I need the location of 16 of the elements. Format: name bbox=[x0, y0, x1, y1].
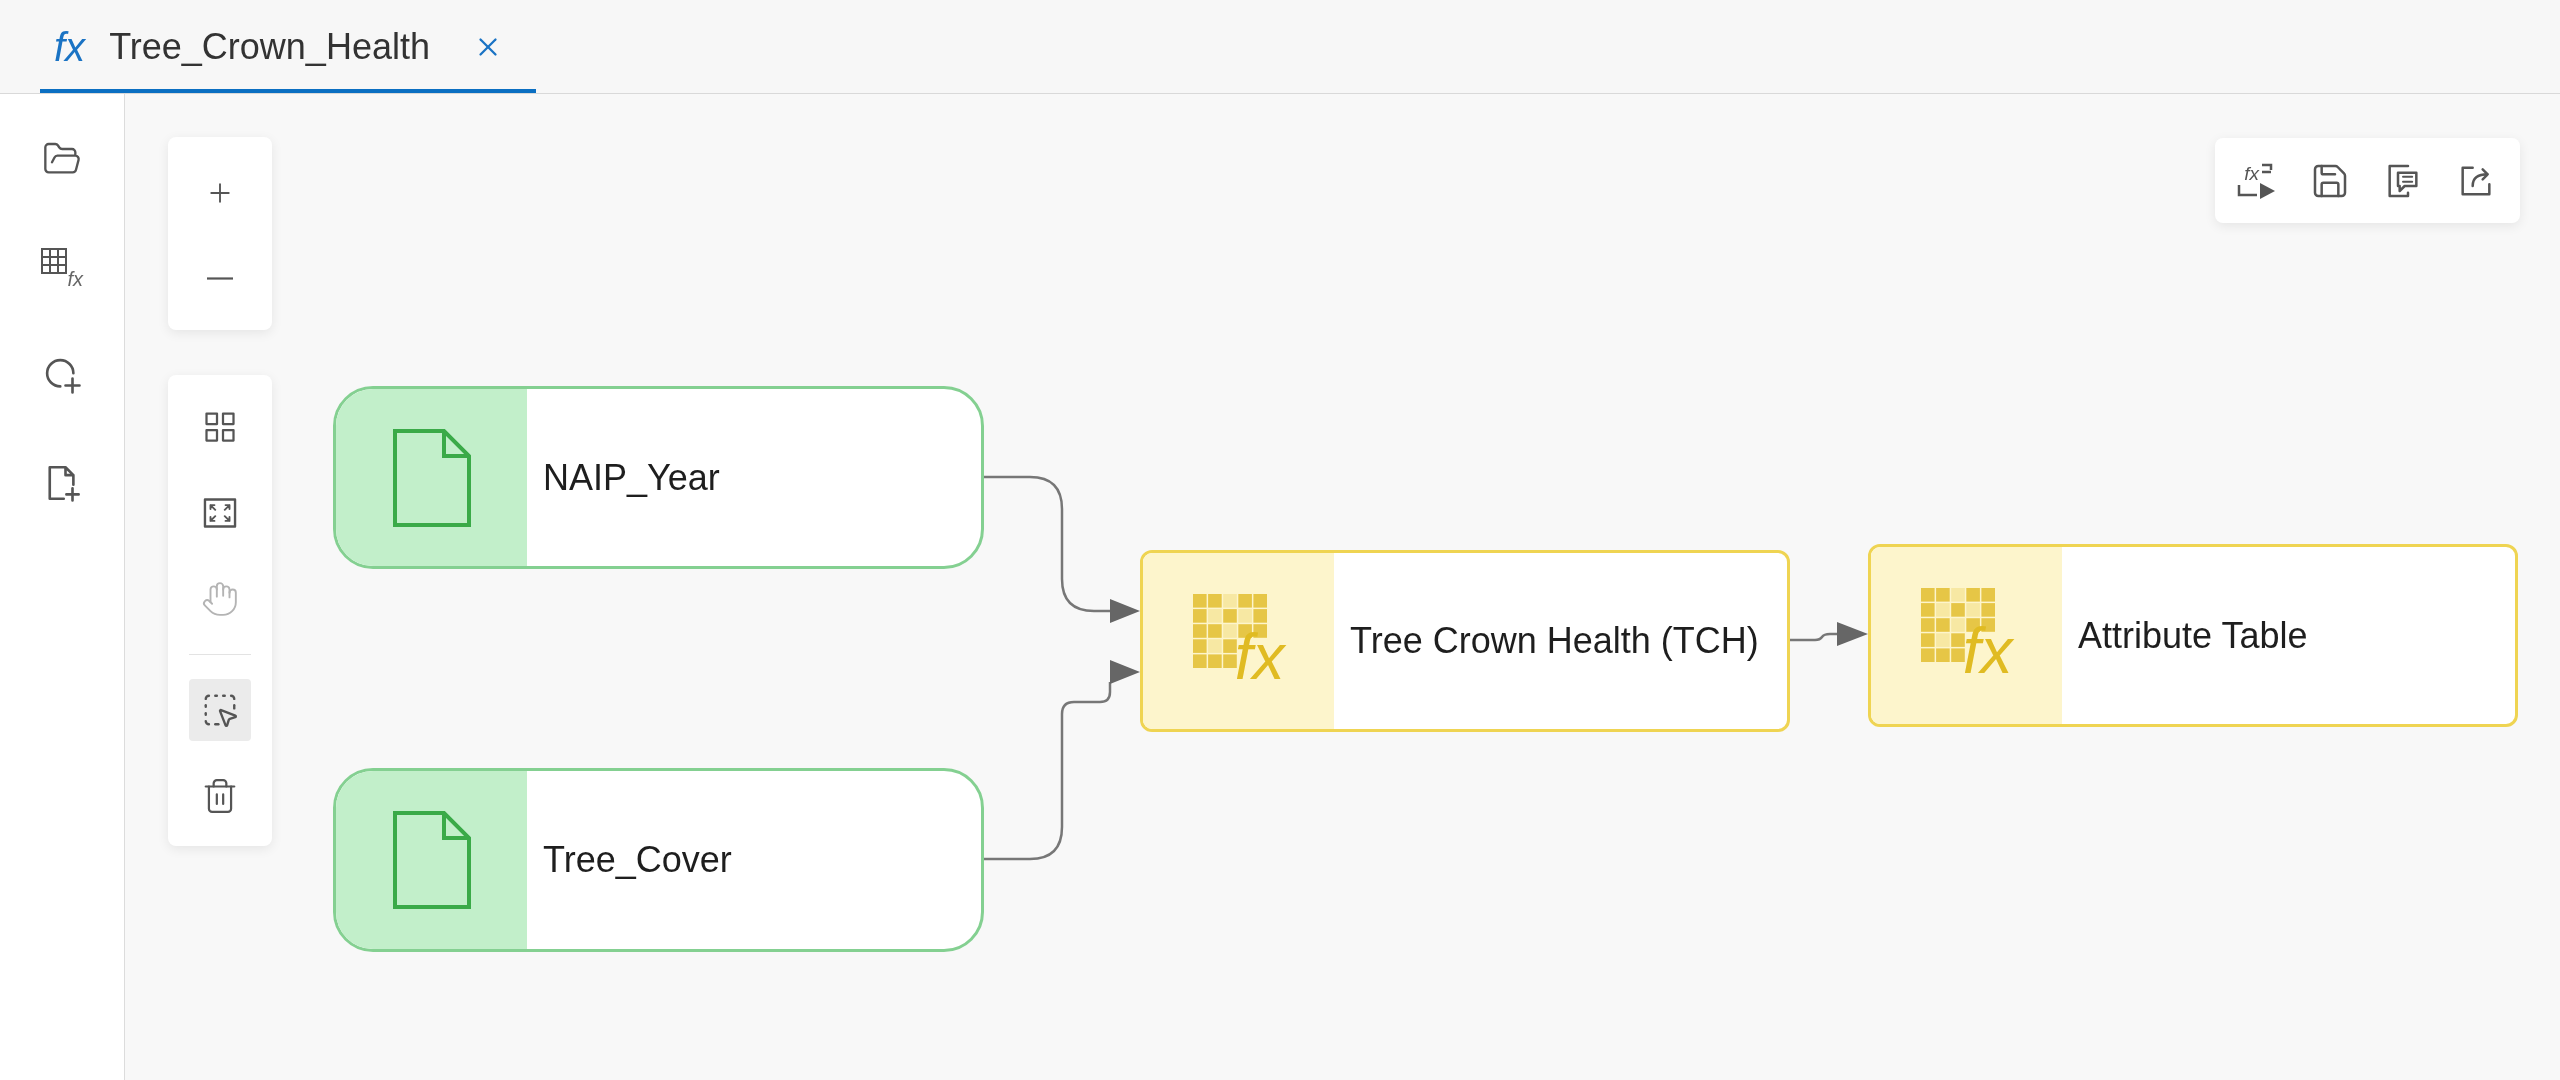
input-node[interactable]: Tree_Cover bbox=[333, 768, 984, 952]
file-icon bbox=[391, 810, 472, 910]
hand-icon bbox=[201, 580, 239, 618]
grid-icon bbox=[202, 409, 238, 445]
select-button[interactable] bbox=[189, 679, 251, 741]
node-label: Attribute Table bbox=[2077, 614, 2308, 657]
function-node[interactable]: fx Attribute Table bbox=[1868, 544, 2518, 727]
file-icon bbox=[391, 427, 472, 528]
node-label: Tree Crown Health (TCH) bbox=[1349, 620, 1759, 662]
function-icon: fx bbox=[52, 26, 88, 67]
function-node[interactable]: fx Tree Crown Health (TCH) bbox=[1140, 550, 1790, 732]
input-node[interactable]: NAIP_Year bbox=[333, 386, 984, 569]
node-label: Tree_Cover bbox=[542, 839, 732, 881]
minus-icon bbox=[207, 276, 233, 280]
node-label: NAIP_Year bbox=[542, 456, 720, 499]
sidebar-button[interactable]: fx bbox=[32, 237, 92, 297]
